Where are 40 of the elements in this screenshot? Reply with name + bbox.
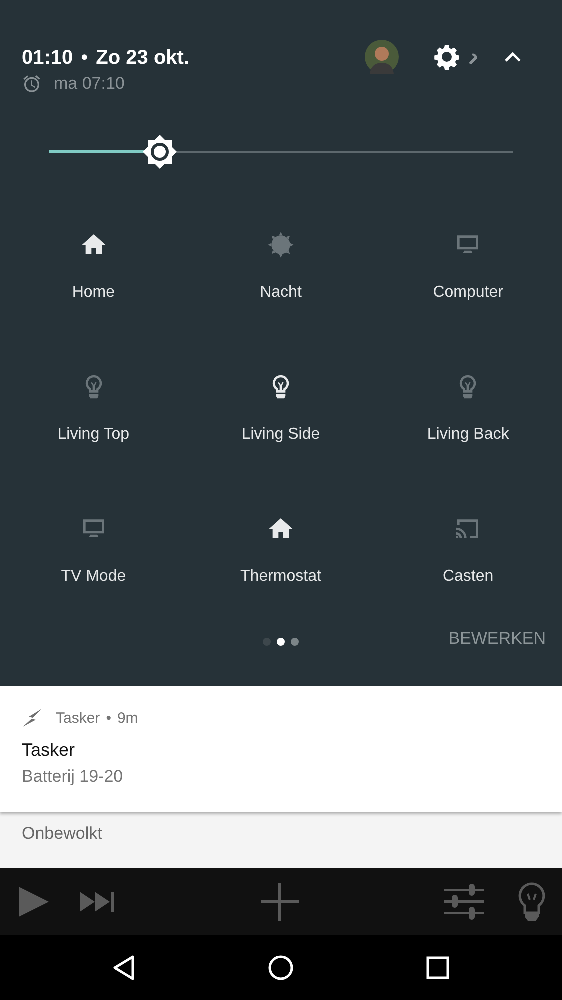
- separator-dot: •: [106, 710, 112, 726]
- page-indicator-dot[interactable]: [291, 638, 299, 646]
- quick-setting-tile[interactable]: Home: [0, 231, 188, 302]
- quick-setting-tile[interactable]: Living Top: [0, 373, 188, 444]
- sun-icon: [266, 231, 295, 259]
- play-icon[interactable]: [16, 884, 50, 918]
- brightness-slider[interactable]: [49, 134, 513, 170]
- recent-apps-icon[interactable]: [426, 956, 450, 980]
- weather-text: Onbewolkt: [22, 824, 102, 843]
- notification-app-name: Tasker: [56, 710, 100, 726]
- quick-setting-tile[interactable]: Nacht: [187, 231, 375, 302]
- quick-setting-tile[interactable]: Casten: [374, 515, 562, 586]
- notification-text: Batterij 19-20: [22, 767, 124, 787]
- notification-card[interactable]: Tasker • 9m Tasker Batterij 19-20: [0, 686, 562, 812]
- equalizer-sliders-icon[interactable]: [444, 882, 484, 920]
- page-indicator-dot[interactable]: [277, 638, 285, 646]
- home-icon[interactable]: [268, 954, 294, 980]
- quick-setting-tile[interactable]: Living Back: [374, 373, 562, 444]
- quick-setting-tile[interactable]: Thermostat: [187, 515, 375, 586]
- light-bulb-icon[interactable]: [518, 882, 546, 922]
- alarm-time[interactable]: ma 07:10: [54, 74, 125, 94]
- quick-setting-tile[interactable]: Living Side: [187, 373, 375, 444]
- brightness-thumb[interactable]: [142, 134, 178, 170]
- avatar[interactable]: [365, 40, 399, 74]
- add-icon[interactable]: [261, 882, 299, 920]
- lightning-bolt-icon: [22, 708, 44, 728]
- quick-setting-tile[interactable]: TV Mode: [0, 515, 188, 586]
- quick-setting-tile[interactable]: Computer: [374, 231, 562, 302]
- collapse-chevron-icon[interactable]: [504, 51, 522, 63]
- clock-time: 01:10: [22, 46, 74, 70]
- skip-forward-icon[interactable]: [80, 890, 116, 912]
- back-icon[interactable]: [112, 954, 136, 980]
- weather-notification[interactable]: Onbewolkt: [0, 812, 562, 868]
- notification-age: 9m: [117, 710, 138, 726]
- alarm-clock-icon: [22, 74, 42, 94]
- date[interactable]: Zo 23 okt.: [96, 46, 190, 70]
- edit-button[interactable]: BEWERKEN: [448, 629, 546, 649]
- notification-title: Tasker: [22, 740, 76, 761]
- separator-dot: •: [81, 46, 88, 70]
- page-indicator-dot[interactable]: [263, 638, 271, 646]
